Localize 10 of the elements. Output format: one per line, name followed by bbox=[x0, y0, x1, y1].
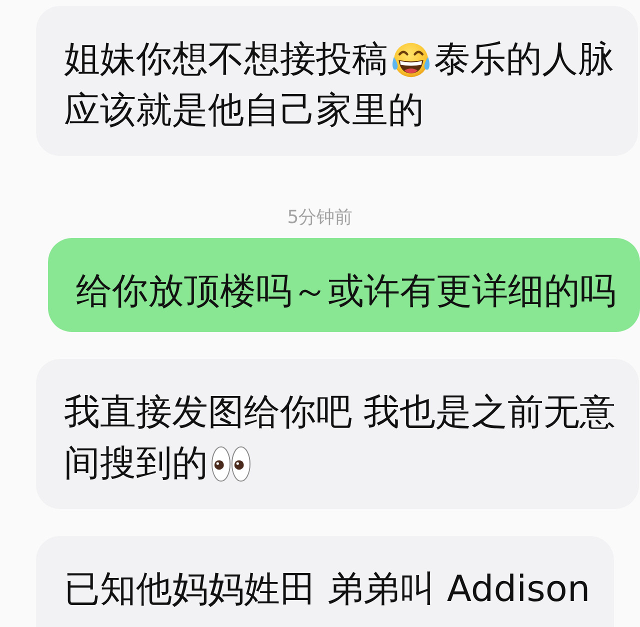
message-text: 泰乐的人脉 bbox=[434, 38, 614, 82]
message-text: 已知他妈妈姓田 弟弟叫 Addison bbox=[64, 568, 590, 612]
message-text: 我直接发图给你吧 我也是之前无意 bbox=[64, 391, 616, 435]
laughing-face-icon bbox=[390, 40, 432, 78]
timestamp: 5分钟前 bbox=[287, 206, 353, 230]
message-text: 间搜到的 bbox=[64, 442, 208, 486]
message-text: 给你放顶楼吗～或许有更详细的吗 bbox=[76, 270, 616, 314]
eyes-icon bbox=[210, 444, 252, 482]
message-text: 姐妹你想不想接投稿 bbox=[64, 38, 388, 82]
message-text: 应该就是他自己家里的 bbox=[64, 89, 424, 133]
